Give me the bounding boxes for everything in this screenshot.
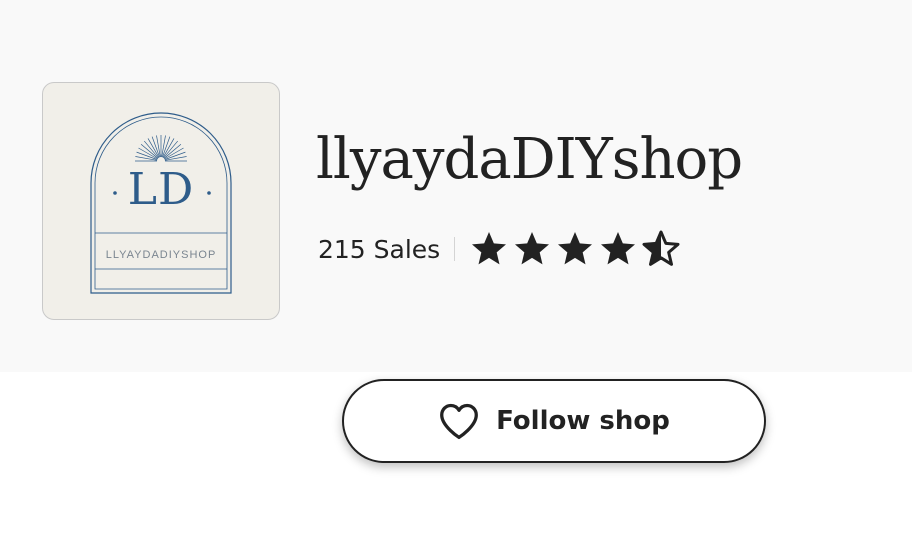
star-rating[interactable] — [469, 229, 684, 269]
shop-name: llyaydaDIYshop — [316, 127, 743, 192]
shop-meta: 215 Sales — [318, 228, 684, 270]
star-full-icon — [558, 232, 593, 265]
logo-caption: LLYAYDADIYSHOP — [105, 249, 217, 261]
star-half-icon — [642, 230, 680, 266]
shop-logo[interactable]: LD LLYAYDADIYSHOP — [42, 82, 280, 320]
star-full-icon — [472, 232, 507, 265]
follow-button-label: Follow shop — [496, 406, 670, 436]
star-full-icon — [601, 232, 636, 265]
meta-divider — [454, 237, 456, 261]
follow-shop-button[interactable]: Follow shop — [342, 379, 766, 463]
logo-initials: LD — [127, 164, 195, 215]
sales-count: 215 Sales — [318, 234, 441, 264]
heart-icon — [440, 403, 479, 440]
star-full-icon — [515, 232, 550, 265]
